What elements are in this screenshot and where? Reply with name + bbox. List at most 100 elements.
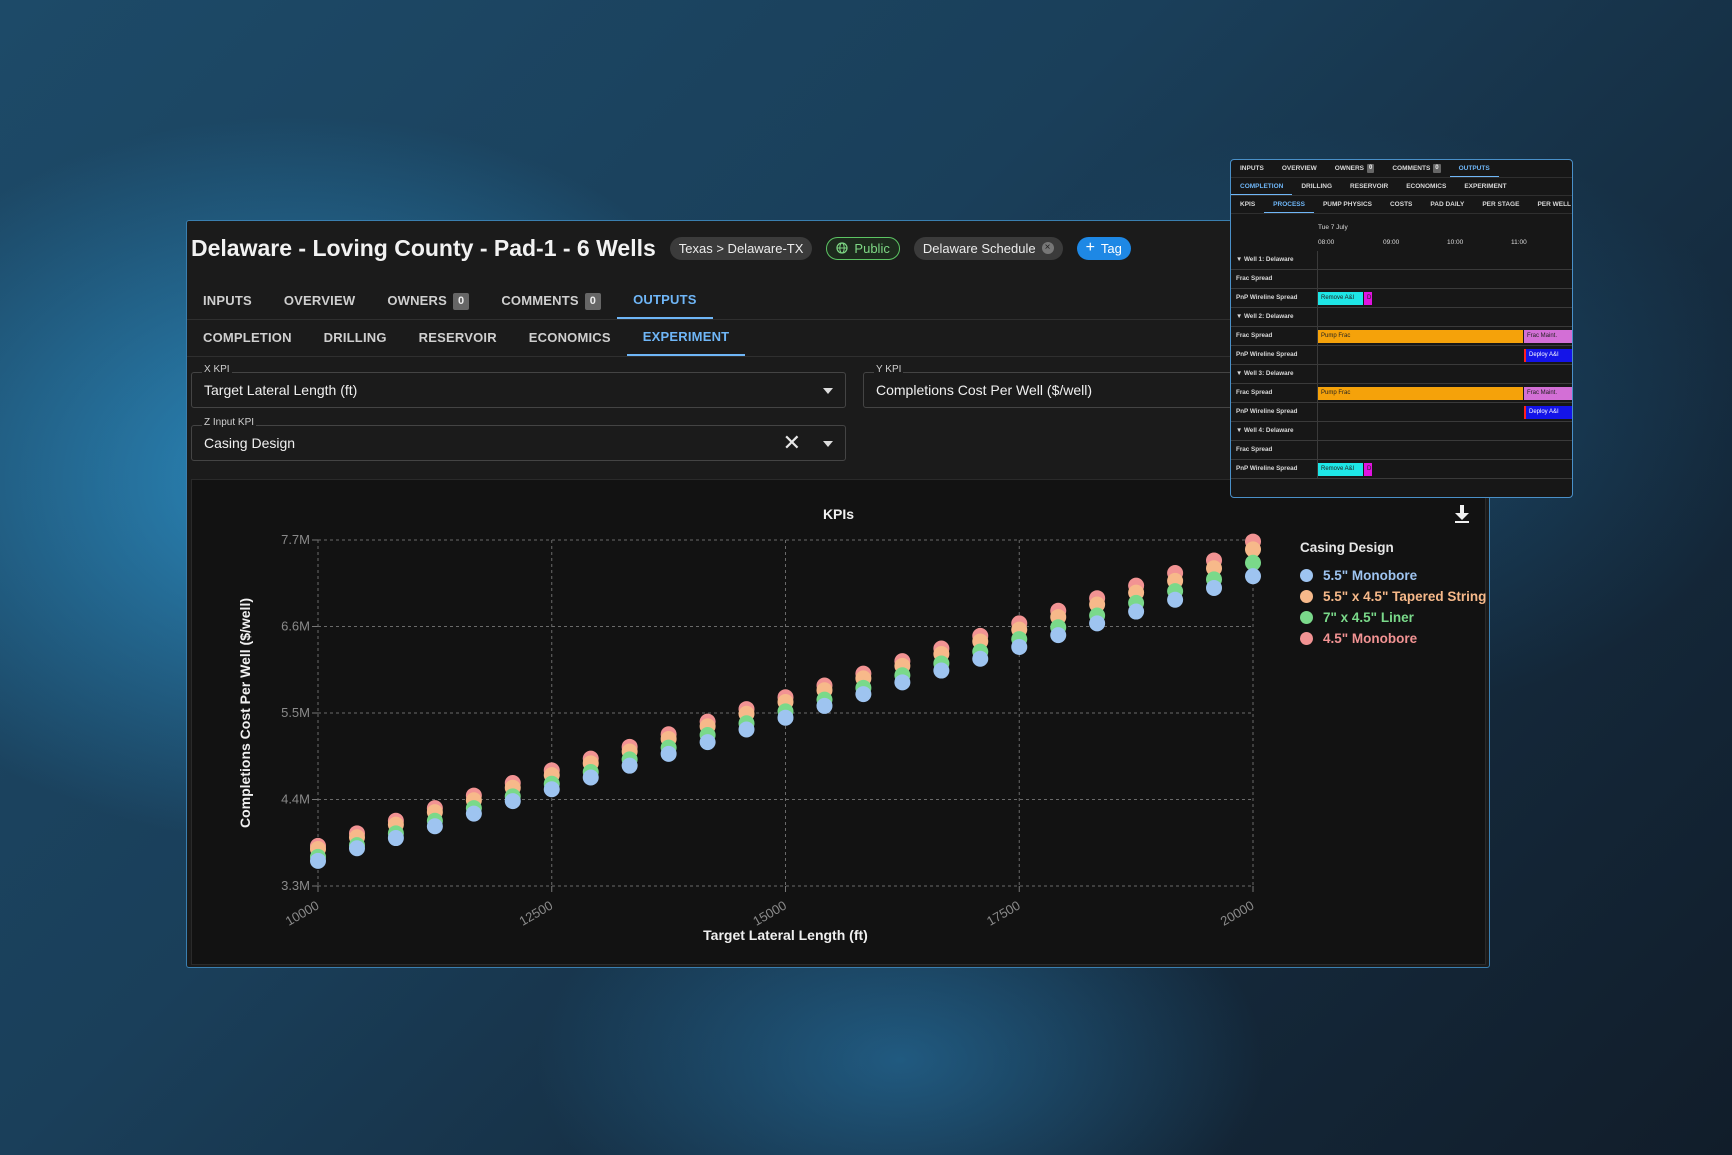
gantt-bar[interactable]: Frac Maint. <box>1524 330 1572 343</box>
gantt-row-label: PnP Wireline Spread <box>1236 408 1298 415</box>
tab-pad-daily[interactable]: PAD DAILY <box>1421 196 1473 213</box>
tab-costs[interactable]: COSTS <box>1381 196 1421 213</box>
gantt-time-label: 10:00 <box>1447 239 1464 246</box>
tab-drilling[interactable]: DRILLING <box>1292 178 1341 195</box>
chevron-down-icon[interactable] <box>823 441 833 447</box>
gantt-bar[interactable]: Pump Frac <box>1318 387 1523 400</box>
tab-label: PUMP PHYSICS <box>1322 201 1372 208</box>
tab-label: OUTPUTS <box>1458 164 1490 172</box>
gantt-row: ▼ Well 2: Delaware <box>1231 308 1572 327</box>
plus-icon: + <box>1085 239 1095 256</box>
y-tick-label: 7.7M <box>281 532 310 547</box>
gantt-bar[interactable]: D <box>1364 463 1372 476</box>
tab-per-stage[interactable]: PER STAGE <box>1473 196 1528 213</box>
tab-overview[interactable]: OVERVIEW <box>268 283 371 319</box>
tab-owners[interactable]: OWNERS 0 <box>1326 160 1384 177</box>
x-tick-label: 20000 <box>1218 898 1257 929</box>
tab-label: KPIS <box>1240 201 1256 208</box>
count-badge: 0 <box>1433 164 1441 173</box>
tab-inputs[interactable]: INPUTS <box>1231 160 1273 177</box>
gantt-bar[interactable]: Deploy A&I <box>1524 349 1572 362</box>
tab-reservoir[interactable]: RESERVOIR <box>403 320 513 356</box>
tab-drilling[interactable]: DRILLING <box>308 320 403 356</box>
add-tag-button[interactable]: + Tag <box>1076 236 1131 260</box>
gantt-divider <box>1317 441 1318 459</box>
tab-overview[interactable]: OVERVIEW <box>1273 160 1326 177</box>
data-point <box>933 662 950 679</box>
gantt-divider <box>1317 251 1318 269</box>
remove-chip-icon[interactable]: × <box>1041 242 1054 254</box>
legend-label: 7" x 4.5" Liner <box>1323 610 1414 625</box>
tab-inputs[interactable]: INPUTS <box>187 283 268 319</box>
tab-outputs[interactable]: OUTPUTS <box>1449 160 1499 177</box>
tab-kpis[interactable]: KPIS <box>1231 196 1264 213</box>
gantt-bar[interactable]: Frac Maint. <box>1524 387 1572 400</box>
gantt-bar[interactable]: Remove A&I <box>1318 292 1363 305</box>
tab-label: OWNERS <box>387 293 448 308</box>
legend-item[interactable]: 5.5" Monobore <box>1300 565 1486 586</box>
tab-completion[interactable]: COMPLETION <box>1231 178 1293 195</box>
inset-sub-tabs: COMPLETION DRILLING RESERVOIR ECONOMICS EXPE… <box>1231 178 1572 196</box>
chevron-down-icon[interactable] <box>823 388 833 394</box>
visibility-label: Public <box>854 240 890 256</box>
tab-owners[interactable]: OWNERS 0 <box>371 283 485 319</box>
y-axis-label: Completions Cost Per Well ($/well) <box>237 598 253 828</box>
tab-economics[interactable]: ECONOMICS <box>513 320 627 356</box>
legend-item[interactable]: 7" x 4.5" Liner <box>1300 607 1486 628</box>
tab-economics[interactable]: ECONOMICS <box>1397 178 1455 195</box>
gantt-row: Frac Spread <box>1231 441 1572 460</box>
legend-swatch <box>1300 569 1313 582</box>
add-tag-label: Tag <box>1100 240 1122 256</box>
gantt-bar[interactable]: D <box>1364 292 1372 305</box>
data-point <box>310 852 326 869</box>
legend-item[interactable]: 5.5" x 4.5" Tapered String <box>1300 586 1486 607</box>
legend-swatch <box>1300 611 1313 624</box>
gantt-bar[interactable]: Pump Frac <box>1318 330 1523 343</box>
tab-comments[interactable]: COMMENTS 0 <box>485 283 617 319</box>
gantt-row-label: PnP Wireline Spread <box>1236 294 1298 301</box>
gantt-row-label: Frac Spread <box>1236 446 1273 453</box>
scatter-plot: 3.3M 4.4M 5.5M 6.6M 7.7M 10000 12500 15000 17500… <box>237 532 1261 943</box>
tab-process[interactable]: PROCESS <box>1264 196 1314 213</box>
legend-item[interactable]: 4.5" Monobore <box>1300 628 1486 649</box>
data-point <box>738 721 755 738</box>
schedule-chip[interactable]: Delaware Schedule × <box>913 236 1063 260</box>
y-kpi-label: Y KPI <box>874 364 904 375</box>
tab-outputs[interactable]: OUTPUTS <box>617 283 713 319</box>
data-point <box>426 818 443 835</box>
gantt-date: Tue 7 July <box>1318 224 1348 231</box>
data-point <box>582 769 599 786</box>
gantt-divider <box>1317 365 1318 383</box>
tab-experiment[interactable]: EXPERIMENT <box>626 320 746 356</box>
gantt-row-label: ▼ Well 4: Delaware <box>1236 427 1294 434</box>
tab-per-well[interactable]: PER WELL <box>1528 196 1572 213</box>
gantt-row-label: PnP Wireline Spread <box>1236 351 1298 358</box>
gantt-time-label: 11:00 <box>1511 239 1527 246</box>
gantt-bar[interactable]: Remove A&I <box>1318 463 1363 476</box>
data-point <box>504 793 521 810</box>
clear-icon[interactable]: ✕ <box>783 431 801 455</box>
gantt-bar[interactable]: Deploy A&I <box>1524 406 1572 419</box>
tab-label: COMPLETION <box>203 330 292 345</box>
z-kpi-select[interactable]: Z Input KPI Casing Design ✕ <box>191 417 846 461</box>
count-badge: 0 <box>1367 164 1375 173</box>
x-kpi-select[interactable]: X KPI Target Lateral Length (ft) <box>191 364 846 408</box>
x-tick-label: 12500 <box>516 898 555 929</box>
tab-pump-physics[interactable]: PUMP PHYSICS <box>1314 196 1381 213</box>
tab-label: DRILLING <box>323 330 387 345</box>
gantt-row: PnP Wireline Spread Deploy A&I <box>1231 346 1572 365</box>
tab-reservoir[interactable]: RESERVOIR <box>1341 178 1397 195</box>
download-icon[interactable] <box>1453 504 1471 524</box>
tab-label: COMMENTS <box>501 293 579 308</box>
data-point <box>699 734 716 751</box>
tab-experiment[interactable]: EXPERIMENT <box>1455 178 1515 195</box>
tab-label: INPUTS <box>1240 165 1264 172</box>
tab-completion[interactable]: COMPLETION <box>187 320 308 356</box>
visibility-chip[interactable]: Public <box>826 236 900 260</box>
data-point <box>1050 627 1067 644</box>
tab-comments[interactable]: COMMENTS 0 <box>1383 160 1449 177</box>
data-point <box>816 697 833 714</box>
location-chip[interactable]: Texas > Delaware-TX <box>669 236 813 260</box>
tab-label: COMPLETION <box>1240 182 1284 190</box>
globe-icon <box>836 242 849 254</box>
